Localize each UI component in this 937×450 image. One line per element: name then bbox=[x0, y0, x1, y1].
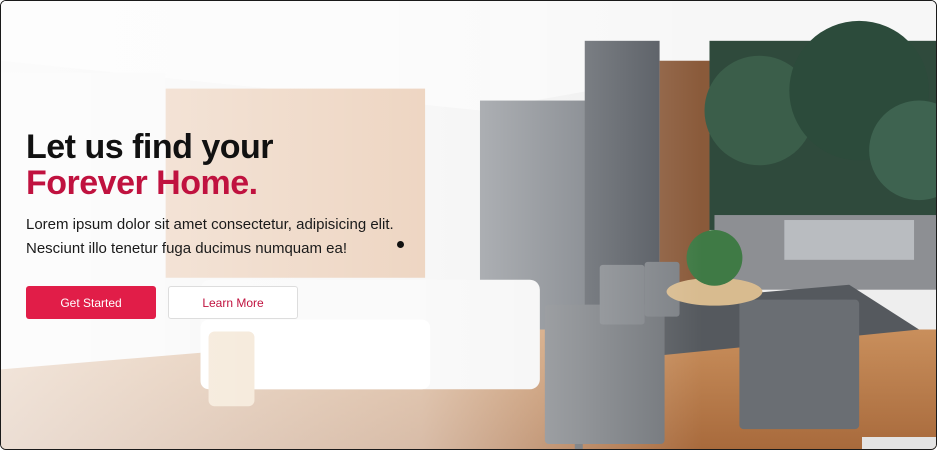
headline-line-2: Forever Home. bbox=[26, 164, 258, 202]
get-started-button[interactable]: Get Started bbox=[26, 286, 156, 319]
hero-section: Let us find your Forever Home. Lorem ips… bbox=[0, 0, 937, 450]
learn-more-button[interactable]: Learn More bbox=[168, 286, 298, 319]
mouse-cursor-icon bbox=[397, 241, 404, 248]
hero-description: Lorem ipsum dolor sit amet consectetur, … bbox=[26, 216, 394, 257]
corner-overlay bbox=[862, 437, 936, 449]
headline-line-1: Let us find your bbox=[26, 128, 274, 166]
hero-headline: Let us find your Forever Home. bbox=[26, 129, 446, 201]
hero-content: Let us find your Forever Home. Lorem ips… bbox=[26, 129, 446, 319]
hero-actions: Get Started Learn More bbox=[26, 286, 446, 319]
